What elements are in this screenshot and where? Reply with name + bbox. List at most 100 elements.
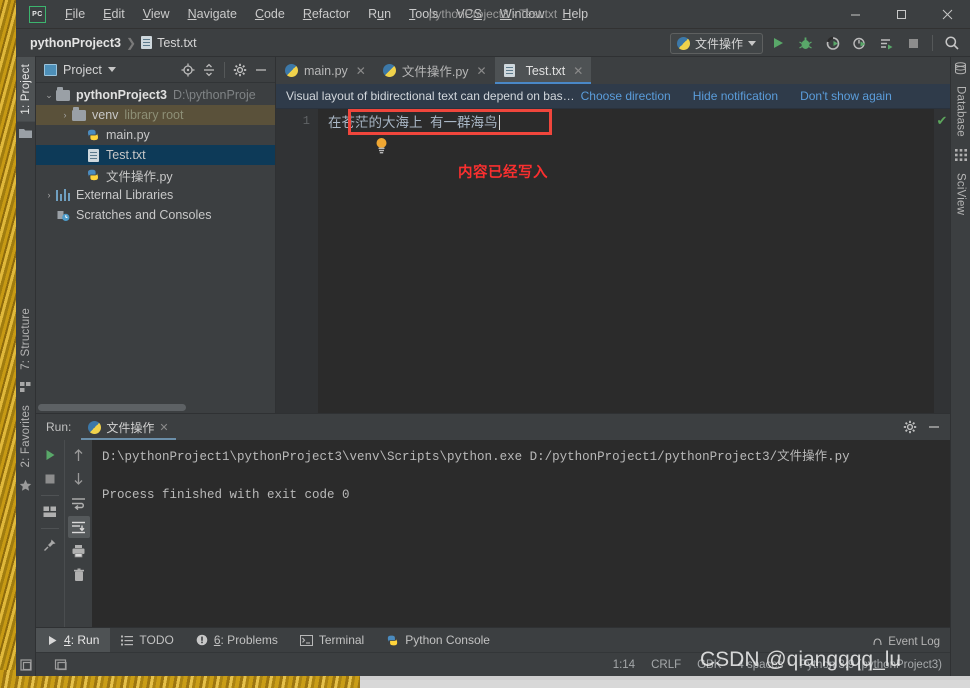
down-arrow-icon[interactable] xyxy=(68,468,90,490)
menu-view[interactable]: View xyxy=(134,4,179,24)
menu-file[interactable]: File xyxy=(56,4,94,24)
tree-node-project-root[interactable]: ⌄ pythonProject3 D:\pythonProje xyxy=(36,85,275,105)
rerun-icon[interactable] xyxy=(39,444,61,466)
clear-all-icon[interactable] xyxy=(68,564,90,586)
menu-vcs[interactable]: VCS xyxy=(447,4,491,24)
inspection-widget[interactable]: ✔ xyxy=(934,109,950,413)
tree-node-main-py[interactable]: main.py xyxy=(36,125,275,145)
tab-main-py[interactable]: main.py ✕ xyxy=(276,57,374,84)
project-panel-title[interactable]: Project xyxy=(44,63,116,77)
editor-gutter: 1 xyxy=(276,109,318,413)
structure-icon[interactable] xyxy=(16,376,36,398)
pin-tab-icon[interactable] xyxy=(39,534,61,556)
intention-bulb-icon[interactable] xyxy=(374,137,389,155)
tree-node-label: External Libraries xyxy=(76,188,173,202)
tab-test-txt[interactable]: Test.txt ✕ xyxy=(495,57,592,84)
settings-gear-icon[interactable] xyxy=(230,59,250,81)
tree-node-venv[interactable]: › venv library root xyxy=(36,105,275,125)
line-separator[interactable]: CRLF xyxy=(651,659,681,671)
tree-node-file-operation-py[interactable]: 文件操作.py xyxy=(36,165,275,185)
hide-panel-icon[interactable] xyxy=(251,59,271,81)
chevron-right-icon[interactable]: › xyxy=(42,190,56,200)
sidebar-item-database[interactable]: Database xyxy=(952,79,970,144)
sidebar-item-project[interactable]: 1: Project xyxy=(17,57,35,122)
tab-file-operation-py[interactable]: 文件操作.py ✕ xyxy=(374,57,495,84)
breadcrumb-file[interactable]: Test.txt xyxy=(141,36,197,50)
tab-todo[interactable]: TODO xyxy=(110,628,184,652)
close-button[interactable] xyxy=(924,0,970,29)
tree-node-external-libraries[interactable]: › External Libraries xyxy=(36,185,275,205)
locate-in-tree-icon[interactable] xyxy=(178,59,198,81)
file-encoding[interactable]: GBK xyxy=(697,659,721,671)
close-icon[interactable]: ✕ xyxy=(573,64,583,78)
hide-panel-icon[interactable] xyxy=(924,416,944,438)
restore-layout-icon[interactable] xyxy=(16,654,36,676)
settings-gear-icon[interactable] xyxy=(900,416,920,438)
sidebar-item-sciview[interactable]: SciView xyxy=(952,166,970,222)
profile-icon[interactable] xyxy=(847,31,871,55)
tree-node-scratches[interactable]: Scratches and Consoles xyxy=(36,205,275,225)
menu-help[interactable]: Help xyxy=(553,4,597,24)
run-panel-header: Run: 文件操作 ✕ xyxy=(36,414,950,440)
run-icon[interactable] xyxy=(766,31,790,55)
stop-icon[interactable] xyxy=(901,31,925,55)
menu-navigate[interactable]: Navigate xyxy=(179,4,246,24)
breadcrumb-project[interactable]: pythonProject3 xyxy=(30,36,121,50)
python-interpreter[interactable]: Python 3.9 (pythonProject3) xyxy=(799,659,942,671)
close-icon[interactable]: ✕ xyxy=(356,64,366,78)
dont-show-again-link[interactable]: Don't show again xyxy=(800,89,892,103)
tab-label: 4: Run xyxy=(64,633,99,647)
tree-node-test-txt[interactable]: Test.txt xyxy=(36,145,275,165)
caret-position[interactable]: 1:14 xyxy=(613,659,635,671)
stop-icon[interactable] xyxy=(39,468,61,490)
project-folder-icon[interactable] xyxy=(16,122,36,144)
sciview-grid-icon[interactable] xyxy=(951,144,970,166)
close-icon[interactable]: ✕ xyxy=(477,64,487,78)
collapse-all-icon[interactable] xyxy=(199,59,219,81)
layout-icon[interactable] xyxy=(39,501,61,523)
menu-edit[interactable]: Edit xyxy=(94,4,134,24)
up-arrow-icon[interactable] xyxy=(68,444,90,466)
choose-direction-link[interactable]: Choose direction xyxy=(581,89,671,103)
run-console-output[interactable]: D:\pythonProject1\pythonProject3\venv\Sc… xyxy=(92,440,950,627)
soft-wrap-icon[interactable] xyxy=(68,492,90,514)
menu-refactor[interactable]: Refactor xyxy=(294,4,359,24)
code-canvas[interactable]: 在苍茫的大海上 有一群海鸟 xyxy=(318,109,950,413)
tab-run[interactable]: 4: Run xyxy=(36,628,110,652)
editor-tab-bar: main.py ✕ 文件操作.py ✕ Test.txt xyxy=(276,57,950,84)
minimize-button[interactable] xyxy=(832,0,878,29)
indent-setting[interactable]: 4 spaces xyxy=(737,659,783,671)
favorites-star-icon[interactable] xyxy=(16,475,36,497)
scroll-to-end-icon[interactable] xyxy=(68,516,90,538)
run-configuration-selector[interactable]: 文件操作 xyxy=(670,33,763,54)
menu-code[interactable]: Code xyxy=(246,4,294,24)
run-panel-label: Run: xyxy=(46,420,71,434)
hide-notification-link[interactable]: Hide notification xyxy=(693,89,778,103)
chevron-right-icon[interactable]: › xyxy=(58,110,72,120)
menu-run[interactable]: Run xyxy=(359,4,400,24)
project-panel-horizontal-scrollbar[interactable] xyxy=(36,402,275,413)
menu-tools[interactable]: Tools xyxy=(400,4,447,24)
sidebar-item-structure[interactable]: 7: Structure xyxy=(17,301,35,377)
tab-label: TODO xyxy=(139,633,173,647)
chevron-down-icon[interactable]: ⌄ xyxy=(42,90,56,101)
tab-python-console[interactable]: Python Console xyxy=(375,628,501,652)
run-multiple-icon[interactable] xyxy=(874,31,898,55)
run-tab-file-operation[interactable]: 文件操作 ✕ xyxy=(81,414,175,440)
tab-problems[interactable]: 6: Problems xyxy=(185,628,289,652)
debug-icon[interactable] xyxy=(793,31,817,55)
close-icon[interactable]: ✕ xyxy=(159,421,168,434)
menu-window[interactable]: Window xyxy=(491,4,553,24)
database-icon[interactable] xyxy=(951,57,970,79)
run-with-coverage-icon[interactable] xyxy=(820,31,844,55)
event-log-button[interactable]: Event Log xyxy=(872,636,940,648)
code-line-1[interactable]: 在苍茫的大海上 有一群海鸟 xyxy=(328,113,950,132)
search-everywhere-icon[interactable] xyxy=(940,31,964,55)
restore-layout-icon[interactable] xyxy=(50,655,72,675)
toolbar-divider xyxy=(41,495,59,496)
toolbar-divider-2 xyxy=(41,528,59,529)
maximize-button[interactable] xyxy=(878,0,924,29)
print-icon[interactable] xyxy=(68,540,90,562)
sidebar-item-favorites[interactable]: 2: Favorites xyxy=(17,398,35,474)
tab-terminal[interactable]: Terminal xyxy=(289,628,375,652)
